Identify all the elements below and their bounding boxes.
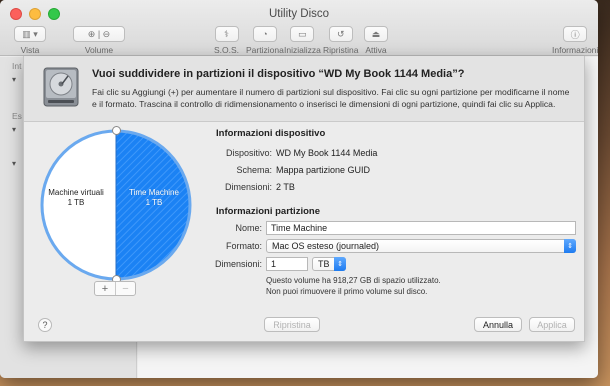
scheme-label: Schema: (236, 165, 272, 175)
disclosure-triangle-icon[interactable]: ▾ (12, 75, 16, 84)
disclosure-triangle-icon[interactable]: ▾ (12, 159, 16, 168)
toolbar-info[interactable]: ⓘ Informazioni (552, 26, 598, 55)
window-title: Utility Disco (268, 8, 330, 20)
stethoscope-icon: ⚕ (214, 26, 239, 42)
device-size-value: 2 TB (276, 182, 295, 192)
toolbar-mount-label: Attiva (365, 45, 387, 55)
usage-note: Questo volume ha 918,27 GB di spazio uti… (266, 275, 441, 297)
partition-size-label: 1 TB (145, 198, 163, 207)
titlebar: Utility Disco ▥ ▾ Vista ⊕ | ⊖ Volume ⚕ S… (0, 0, 598, 56)
help-button[interactable]: ? (38, 318, 52, 332)
updown-chevron-icon: ⇕ (564, 239, 576, 253)
updown-chevron-icon: ⇕ (334, 257, 346, 271)
toolbar-firstaid[interactable]: ⚕ S.O.S. (214, 26, 239, 55)
format-selected-value: Mac OS esteso (journaled) (272, 241, 380, 251)
toolbar-view-label: Vista (20, 45, 40, 55)
usage-note-line1: Questo volume ha 918,27 GB di spazio uti… (266, 276, 441, 285)
toolbar-info-label: Informazioni (552, 45, 598, 55)
toolbar-partition[interactable]: ◔ Partiziona (246, 26, 284, 55)
partition-name-field[interactable]: Time Machine (266, 221, 576, 235)
device-size-label: Dimensioni: (224, 182, 272, 192)
erase-icon: ▭ (290, 26, 315, 42)
revert-button[interactable]: Ripristina (264, 317, 320, 332)
partition-sheet: Vuoi suddividere in partizioni il dispos… (23, 56, 585, 342)
toolbar-partition-label: Partiziona (246, 45, 284, 55)
sidebar-view-icon: ▥ ▾ (14, 26, 46, 42)
remove-partition-button[interactable]: − (115, 282, 135, 295)
sidebar-section-external: Es (12, 111, 22, 121)
hard-disk-icon (43, 67, 79, 107)
toolbar-erase-label: Inizializza (284, 45, 321, 55)
add-partition-button[interactable]: + (95, 282, 115, 295)
size-unit-select[interactable]: TB ⇕ (312, 257, 346, 271)
toolbar-mount[interactable]: ⏏ Attiva (364, 26, 388, 55)
toolbar-volume-label: Volume (84, 45, 114, 55)
sheet-header: Vuoi suddividere in partizioni il dispos… (24, 56, 584, 122)
format-select[interactable]: Mac OS esteso (journaled) ⇕ (266, 239, 576, 253)
mount-icon: ⏏ (364, 26, 388, 42)
toolbar-volume[interactable]: ⊕ | ⊖ Volume (73, 26, 125, 55)
resize-handle-top[interactable] (112, 126, 121, 135)
partition-info-heading: Informazioni partizione (216, 206, 320, 217)
disclosure-triangle-icon[interactable]: ▾ (12, 125, 16, 134)
disk-utility-window: Utility Disco ▥ ▾ Vista ⊕ | ⊖ Volume ⚕ S… (0, 0, 598, 378)
pie-label-time-machine: Time Machine 1 TB (119, 188, 189, 208)
toolbar-restore-label: Ripristina (323, 45, 359, 55)
volume-add-remove-icon: ⊕ | ⊖ (73, 26, 125, 42)
partition-size-label: 1 TB (67, 198, 85, 207)
partition-size-field[interactable]: 1 (266, 257, 308, 271)
partition-size-label: Dimensioni: (214, 259, 262, 269)
cancel-button[interactable]: Annulla (474, 317, 522, 332)
format-label: Formato: (225, 241, 262, 251)
partition-pie-chart: Machine virtuali 1 TB Time Machine 1 TB (39, 126, 193, 284)
pie-label-virtual-machines: Machine virtuali 1 TB (41, 188, 111, 208)
partition-icon: ◔ (252, 26, 277, 42)
name-label: Nome: (235, 223, 262, 233)
scheme-value: Mappa partizione GUID (276, 165, 371, 175)
device-info-heading: Informazioni dispositivo (216, 128, 326, 139)
sheet-description: Fai clic su Aggiungi (+) per aumentare i… (92, 87, 570, 109)
partition-name-label: Time Machine (129, 188, 179, 197)
toolbar-firstaid-label: S.O.S. (214, 45, 240, 55)
info-icon: ⓘ (563, 26, 588, 42)
usage-note-line2: Non puoi rimuovere il primo volume sul d… (266, 287, 428, 296)
toolbar-view[interactable]: ▥ ▾ Vista (14, 26, 46, 55)
toolbar-restore[interactable]: ↺ Ripristina (323, 26, 358, 55)
apply-button[interactable]: Applica (529, 317, 575, 332)
sheet-title: Vuoi suddividere in partizioni il dispos… (92, 68, 465, 80)
unit-selected-value: TB (318, 259, 330, 269)
partition-name-label: Machine virtuali (48, 188, 104, 197)
add-remove-control: + − (94, 281, 136, 296)
sidebar-section-internal: Int (12, 61, 22, 71)
device-label: Dispositivo: (225, 148, 272, 158)
restore-icon: ↺ (328, 26, 353, 42)
toolbar-erase[interactable]: ▭ Inizializza (284, 26, 321, 55)
device-value: WD My Book 1144 Media (276, 148, 378, 158)
